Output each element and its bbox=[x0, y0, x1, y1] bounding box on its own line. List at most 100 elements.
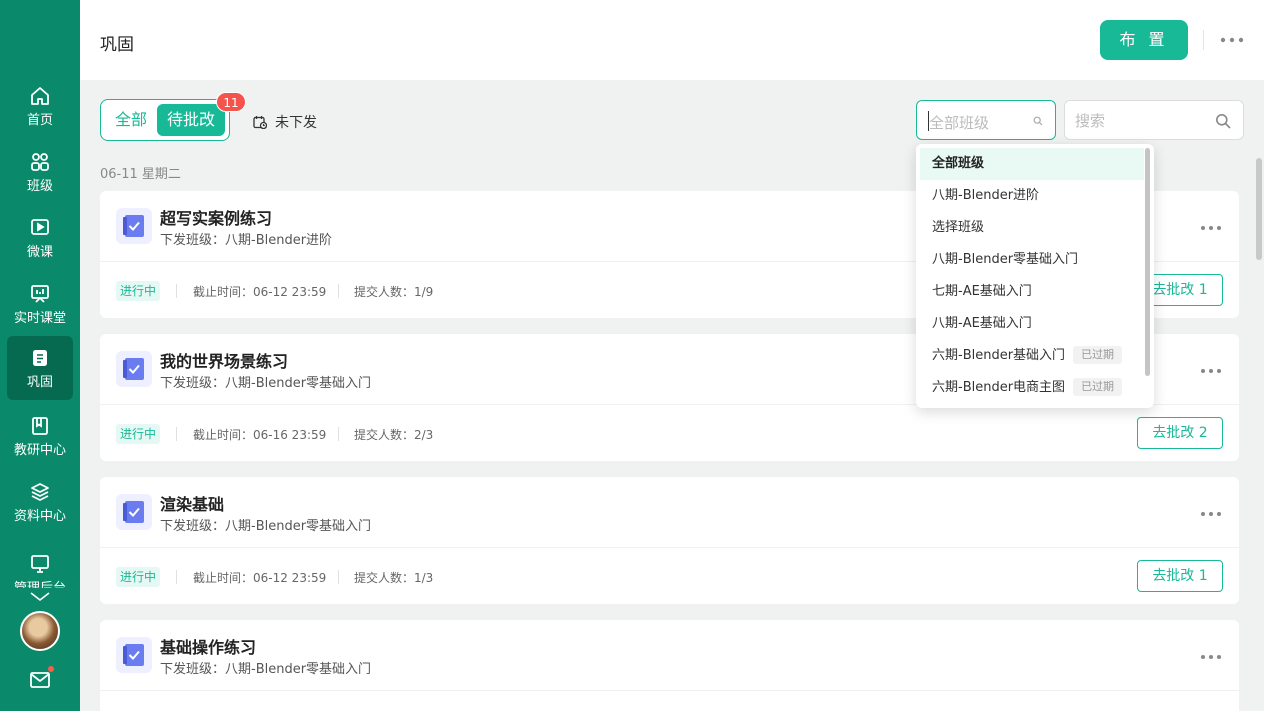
search-icon[interactable] bbox=[1215, 113, 1231, 129]
monitor-icon bbox=[31, 555, 49, 573]
assignment-icon bbox=[116, 351, 152, 387]
sidebar-item-home[interactable]: 首页 bbox=[7, 76, 73, 140]
sidebar-item-label: 微课 bbox=[26, 245, 53, 260]
dropdown-scrollbar[interactable] bbox=[1145, 148, 1150, 376]
sidebar: 首页 班级 微课 实时课堂 巩固 教研中心 资料中心 管理后台 bbox=[0, 0, 80, 711]
divider bbox=[338, 284, 339, 298]
play-board-icon bbox=[31, 219, 49, 235]
sidebar-item-consolidate[interactable]: 巩固 bbox=[7, 336, 73, 400]
layers-icon bbox=[31, 483, 49, 501]
option-label: 七期-AE基础入门 bbox=[932, 284, 1032, 299]
dropdown-option[interactable]: 七期-AE基础入门 bbox=[920, 276, 1144, 308]
more-icon[interactable] bbox=[1218, 32, 1246, 48]
option-label: 八期-Blender进阶 bbox=[932, 188, 1040, 203]
sidebar-item-label: 巩固 bbox=[26, 375, 53, 390]
option-label: 六期-Blender电商主图 bbox=[932, 380, 1066, 395]
dropdown-option[interactable]: 八期-Blender零基础入门 bbox=[920, 244, 1144, 276]
page-title: 巩固 bbox=[100, 35, 134, 55]
sidebar-item-label: 首页 bbox=[26, 113, 53, 128]
sidebar-item-admin[interactable]: 管理后台 bbox=[7, 544, 73, 588]
expired-tag: 已过期 bbox=[1073, 378, 1123, 396]
assignment-title: 我的世界场景练习 bbox=[160, 352, 289, 371]
status-badge: 进行中 bbox=[116, 281, 161, 301]
deadline-text: 截止时间：06-12 23:59 bbox=[193, 285, 327, 299]
assignment-card[interactable]: 基础操作练习 下发班级：八期-Blender零基础入门 bbox=[100, 620, 1239, 711]
search-box bbox=[1064, 100, 1244, 140]
dropdown-option[interactable]: 八期-Blender进阶 bbox=[920, 180, 1144, 212]
tab-pending[interactable]: 待批改 bbox=[157, 104, 225, 136]
option-label: 全部班级 bbox=[932, 156, 985, 171]
sidebar-item-materials[interactable]: 资料中心 bbox=[7, 472, 73, 536]
assignment-classes: 下发班级：八期-Blender零基础入门 bbox=[160, 662, 372, 677]
sidebar-item-microcourse[interactable]: 微课 bbox=[7, 208, 73, 272]
date-group-label: 06-11 星期二 bbox=[100, 167, 181, 182]
divider bbox=[176, 570, 177, 584]
submission-count: 提交人数：2/3 bbox=[354, 428, 434, 442]
sidebar-item-live-class[interactable]: 实时课堂 bbox=[7, 274, 73, 338]
notification-dot bbox=[48, 666, 54, 672]
divider bbox=[100, 690, 1239, 691]
assignment-icon bbox=[116, 208, 152, 244]
assignment-card[interactable]: 渲染基础 下发班级：八期-Blender零基础入门 进行中 截止时间：06-12… bbox=[100, 477, 1239, 604]
dropdown-option[interactable]: 六期-Blender电商主图 已过期 bbox=[920, 372, 1144, 404]
presentation-icon bbox=[31, 285, 49, 303]
search-icon bbox=[1033, 116, 1043, 126]
status-badge: 进行中 bbox=[116, 424, 161, 444]
sidebar-item-label: 实时课堂 bbox=[13, 311, 66, 326]
publish-button[interactable]: 布 置 bbox=[1100, 20, 1188, 60]
option-label: 选择班级 bbox=[932, 220, 985, 235]
more-icon[interactable] bbox=[1199, 367, 1223, 375]
assignment-title: 渲染基础 bbox=[160, 495, 225, 514]
mail-icon[interactable] bbox=[29, 670, 51, 690]
divider bbox=[338, 570, 339, 584]
review-button[interactable]: 去批改 2 bbox=[1137, 417, 1223, 449]
assignment-title: 基础操作练习 bbox=[160, 638, 257, 657]
assignment-icon bbox=[116, 637, 152, 673]
book-icon bbox=[32, 417, 48, 435]
dropdown-option[interactable]: 全部班级 bbox=[920, 148, 1144, 180]
submission-count: 提交人数：1/3 bbox=[354, 571, 434, 585]
class-select[interactable]: 全部班级 bbox=[916, 100, 1056, 140]
assignment-title: 超写实案例练习 bbox=[160, 209, 273, 228]
deadline-text: 截止时间：06-12 23:59 bbox=[193, 571, 327, 585]
dropdown-option[interactable]: 六期-Blender基础入门 已过期 bbox=[920, 340, 1144, 372]
more-icon[interactable] bbox=[1199, 224, 1223, 232]
deadline-text: 截止时间：06-16 23:59 bbox=[193, 428, 327, 442]
text-caret bbox=[928, 111, 929, 131]
status-badge: 进行中 bbox=[116, 567, 161, 587]
more-icon[interactable] bbox=[1199, 653, 1223, 661]
chevron-down-icon[interactable] bbox=[28, 590, 52, 604]
tab-switcher: 全部 待批改 bbox=[100, 99, 230, 141]
notebook-icon bbox=[33, 350, 47, 366]
divider bbox=[176, 284, 177, 298]
option-label: 八期-AE基础入门 bbox=[932, 316, 1032, 331]
divider bbox=[176, 427, 177, 441]
calendar-clock-icon bbox=[253, 116, 267, 129]
pending-count-badge: 11 bbox=[216, 92, 246, 112]
class-dropdown: 全部班级 八期-Blender进阶 选择班级 八期-Blender零基础入门 七… bbox=[916, 144, 1154, 408]
page-scrollbar[interactable] bbox=[1256, 158, 1262, 260]
divider bbox=[100, 547, 1239, 548]
unsent-filter[interactable]: 未下发 bbox=[253, 112, 317, 132]
search-input[interactable] bbox=[1075, 110, 1205, 132]
home-icon bbox=[31, 87, 49, 105]
sidebar-item-label: 班级 bbox=[26, 179, 53, 194]
sidebar-item-research[interactable]: 教研中心 bbox=[7, 406, 73, 470]
more-icon[interactable] bbox=[1199, 510, 1223, 518]
assignment-icon bbox=[116, 494, 152, 530]
assignment-classes: 下发班级：八期-Blender进阶 bbox=[160, 233, 333, 248]
assignment-classes: 下发班级：八期-Blender零基础入门 bbox=[160, 376, 372, 391]
avatar[interactable] bbox=[20, 611, 60, 651]
divider bbox=[1203, 30, 1204, 50]
option-label: 六期-Blender基础入门 bbox=[932, 348, 1066, 363]
sidebar-item-label: 教研中心 bbox=[13, 443, 66, 458]
tab-all[interactable]: 全部 bbox=[105, 104, 157, 136]
expired-tag: 已过期 bbox=[1073, 346, 1123, 364]
dropdown-option[interactable]: 选择班级 bbox=[920, 212, 1144, 244]
dropdown-option[interactable]: 八期-AE基础入门 bbox=[920, 308, 1144, 340]
review-button[interactable]: 去批改 1 bbox=[1137, 560, 1223, 592]
users-icon bbox=[31, 153, 49, 171]
unsent-label: 未下发 bbox=[275, 115, 317, 131]
submission-count: 提交人数：1/9 bbox=[354, 285, 434, 299]
sidebar-item-class[interactable]: 班级 bbox=[7, 142, 73, 206]
